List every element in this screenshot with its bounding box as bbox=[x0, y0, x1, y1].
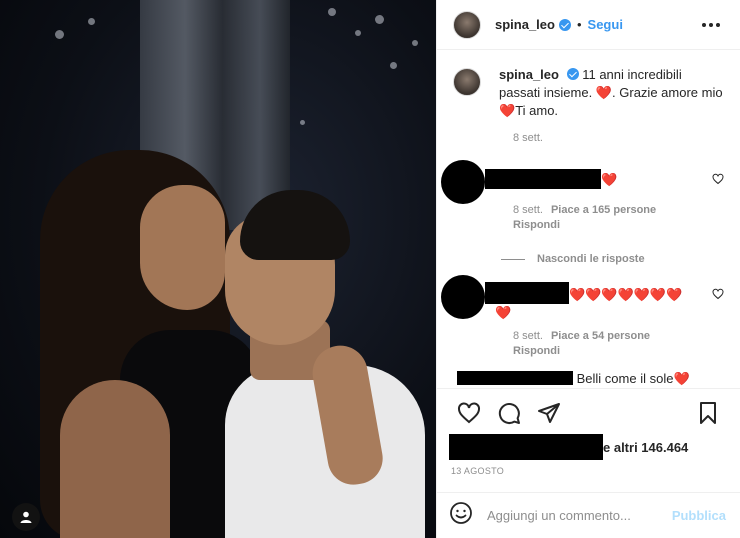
heart-emoji: ❤️ bbox=[601, 172, 618, 187]
comment-meta: 8 sett. Piace a 54 persone bbox=[513, 330, 724, 342]
hide-replies-button[interactable]: Nascondi le risposte bbox=[501, 253, 724, 265]
avatar[interactable] bbox=[441, 275, 485, 319]
bokeh-light bbox=[300, 120, 305, 125]
paper-plane-icon[interactable] bbox=[529, 393, 569, 433]
heart-icon[interactable] bbox=[712, 172, 724, 190]
separator-dot: • bbox=[576, 17, 582, 32]
comment-text: Belli come il sole bbox=[576, 371, 674, 386]
heart-emoji: ❤️❤️❤️❤️❤️❤️❤️ bbox=[569, 287, 683, 302]
reply-button[interactable]: Rispondi bbox=[513, 345, 724, 357]
bokeh-light bbox=[88, 18, 95, 25]
comment-likes[interactable]: Piace a 165 persone bbox=[551, 204, 656, 216]
action-bar bbox=[437, 388, 740, 436]
verified-badge-icon bbox=[558, 18, 571, 31]
heart-icon[interactable] bbox=[449, 393, 489, 433]
caption-text-part: . Grazie amore mio bbox=[612, 85, 723, 100]
woman-face bbox=[140, 185, 225, 310]
post-date[interactable]: 13 agosto bbox=[451, 466, 504, 476]
avatar[interactable] bbox=[441, 160, 485, 204]
redacted-username bbox=[457, 371, 573, 385]
redacted-username bbox=[485, 169, 601, 189]
post-photo[interactable] bbox=[0, 0, 436, 538]
comment-icon[interactable] bbox=[489, 393, 529, 433]
comment-text: ❤️❤️❤️❤️❤️❤️❤️ ❤️ bbox=[485, 282, 685, 322]
post-side-panel: spina_leo • Segui spina_leo 11 anni incr… bbox=[436, 0, 740, 538]
caption-time[interactable]: 8 sett. bbox=[513, 132, 724, 144]
comment-time[interactable]: 8 sett. bbox=[513, 204, 543, 216]
likes-count[interactable]: e altri 146.464 bbox=[449, 434, 688, 460]
redacted-username bbox=[485, 282, 569, 304]
redacted-liker bbox=[449, 434, 603, 460]
heart-icon[interactable] bbox=[712, 287, 724, 305]
add-comment-section: Pubblica bbox=[437, 492, 740, 538]
comment-likes[interactable]: Piace a 54 persone bbox=[551, 330, 650, 342]
bookmark-icon[interactable] bbox=[688, 393, 728, 433]
bokeh-light bbox=[328, 8, 336, 16]
heart-emoji: ❤️ bbox=[495, 305, 512, 320]
avatar[interactable] bbox=[453, 10, 481, 39]
caption-text-part: Ti amo. bbox=[515, 103, 559, 118]
divider-line bbox=[501, 258, 525, 260]
avatar[interactable] bbox=[453, 68, 481, 96]
bokeh-light bbox=[375, 15, 384, 24]
caption: spina_leo 11 anni incredibili passati in… bbox=[453, 66, 724, 120]
publish-button[interactable]: Pubblica bbox=[672, 508, 726, 523]
bokeh-light bbox=[55, 30, 64, 39]
user-tag-icon[interactable] bbox=[12, 503, 40, 531]
bokeh-light bbox=[412, 40, 418, 46]
hide-replies-label: Nascondi le risposte bbox=[537, 253, 645, 265]
caption-text: spina_leo 11 anni incredibili passati in… bbox=[499, 66, 724, 120]
verified-badge-icon bbox=[566, 68, 579, 80]
comment: ❤️❤️❤️❤️❤️❤️❤️ ❤️ bbox=[441, 275, 724, 322]
more-dots-icon[interactable] bbox=[698, 19, 724, 31]
bokeh-light bbox=[355, 30, 361, 36]
smiley-icon[interactable] bbox=[449, 501, 473, 530]
comment-meta: 8 sett. Piace a 165 persone bbox=[513, 204, 724, 216]
comment-text: ❤️ bbox=[485, 169, 617, 189]
post-header: spina_leo • Segui bbox=[437, 0, 740, 50]
follow-button[interactable]: Segui bbox=[588, 17, 623, 32]
post-username[interactable]: spina_leo bbox=[495, 17, 555, 32]
heart-emoji: ❤️ bbox=[499, 103, 516, 118]
bokeh-light bbox=[390, 62, 397, 69]
comments-list[interactable]: spina_leo 11 anni incredibili passati in… bbox=[437, 50, 740, 387]
caption-username[interactable]: spina_leo bbox=[499, 67, 559, 82]
heart-emoji: ❤️ bbox=[673, 371, 690, 386]
comment-input[interactable] bbox=[487, 508, 672, 523]
comment: ❤️ bbox=[441, 160, 724, 204]
reply-button[interactable]: Rispondi bbox=[513, 219, 724, 231]
heart-emoji: ❤️ bbox=[595, 85, 613, 100]
likes-suffix[interactable]: e altri 146.464 bbox=[603, 440, 688, 455]
comment: Belli come il sole❤️ bbox=[457, 371, 724, 387]
comment-time[interactable]: 8 sett. bbox=[513, 330, 543, 342]
woman-arm bbox=[60, 380, 170, 538]
